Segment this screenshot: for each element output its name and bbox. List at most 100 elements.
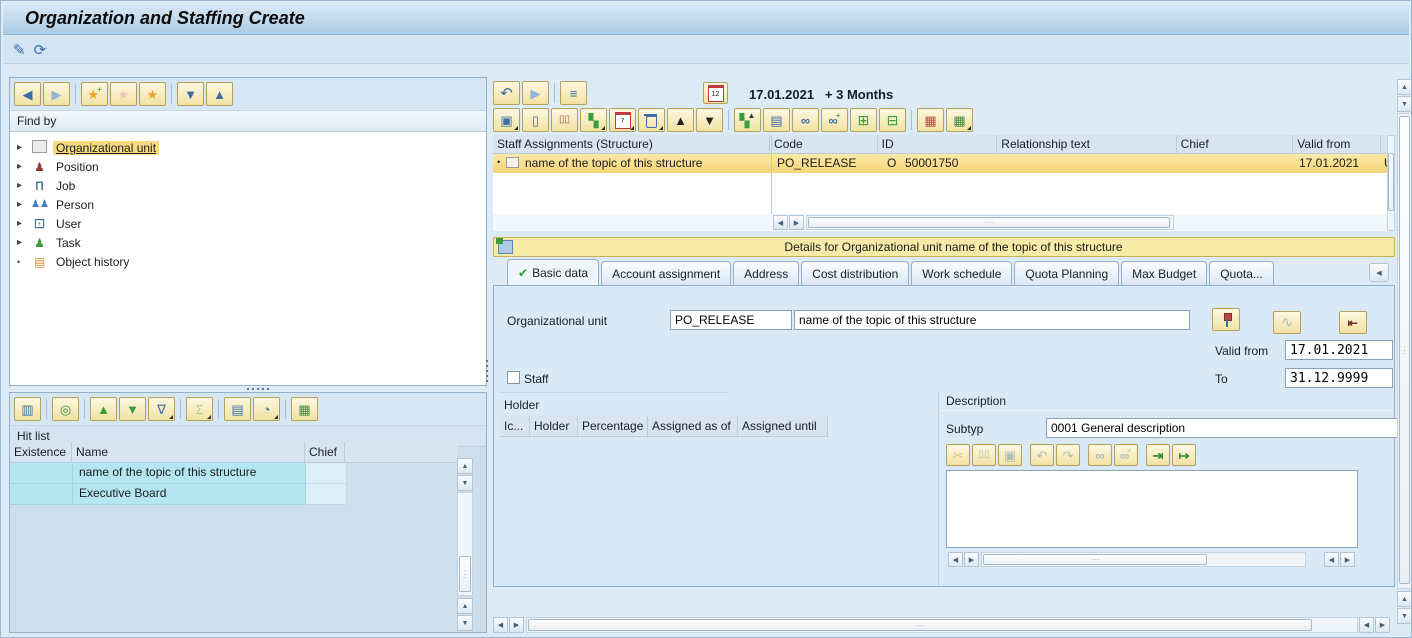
org-unit-code-input[interactable] bbox=[670, 310, 792, 330]
tab-quota-truncated[interactable]: Quota... bbox=[1209, 261, 1274, 285]
assign-button[interactable]: ▚ bbox=[580, 108, 607, 132]
tab-address[interactable]: Address bbox=[733, 261, 800, 285]
tree-item-position[interactable]: ▸ ♟ Position bbox=[10, 157, 486, 176]
print-structure-button[interactable]: ▤ bbox=[763, 108, 790, 132]
expand-all-button[interactable]: ▼ bbox=[177, 82, 204, 106]
scroll-up-button[interactable]: ▲ bbox=[457, 598, 473, 614]
scroll-right-button[interactable]: ▶ bbox=[964, 552, 979, 567]
undo-button[interactable]: ↶ bbox=[493, 81, 520, 105]
tab-max-budget[interactable]: Max Budget bbox=[1121, 261, 1208, 285]
tree-item-person[interactable]: ▸ ♟♟ Person bbox=[10, 195, 486, 214]
vertical-splitter[interactable] bbox=[483, 331, 491, 391]
export-spreadsheet-button[interactable]: ▦ bbox=[291, 397, 318, 421]
valid-from-input[interactable] bbox=[1285, 340, 1393, 360]
chart-view-button[interactable]: ∿ bbox=[1273, 310, 1302, 334]
sort-descending-button[interactable]: ▼ bbox=[119, 397, 146, 421]
redo-button[interactable]: ▶ bbox=[522, 81, 549, 105]
column-header-existence[interactable]: Existence bbox=[10, 442, 72, 463]
export-text-button[interactable]: ↦ bbox=[1172, 444, 1196, 466]
forward-button[interactable]: ▶ bbox=[43, 82, 70, 106]
undo-text-button[interactable]: ↶ bbox=[1030, 444, 1054, 466]
copy-structure-button[interactable]: ▣ bbox=[493, 108, 520, 132]
tab-basic-data[interactable]: ✔ Basic data bbox=[507, 259, 600, 285]
tree-item-user[interactable]: ▸ ⊡ User bbox=[10, 214, 486, 233]
column-header-relationship[interactable]: Relationship text bbox=[997, 135, 1177, 154]
expander-icon[interactable]: ▸ bbox=[17, 142, 26, 153]
scroll-left-button[interactable]: ◀ bbox=[493, 617, 508, 633]
tree-item-object-history[interactable]: • ▤ Object history bbox=[10, 252, 486, 271]
back-button[interactable]: ◀ bbox=[14, 82, 41, 106]
collapse-node-button[interactable]: ⊟ bbox=[879, 108, 906, 132]
display-change-icon[interactable]: ✎ bbox=[13, 41, 26, 59]
first-record-button[interactable]: ⇤ bbox=[1338, 311, 1367, 334]
view-key-button[interactable]: ▦ bbox=[917, 108, 944, 132]
column-header-assigned-as-of[interactable]: Assigned as of bbox=[648, 416, 738, 437]
sort-ascending-button[interactable]: ▲ bbox=[90, 397, 117, 421]
move-up-button[interactable]: ▲ bbox=[667, 108, 694, 132]
find-button[interactable]: ∞ bbox=[792, 108, 819, 132]
table-row[interactable]: Executive Board bbox=[10, 484, 457, 505]
column-header-code[interactable]: Code bbox=[770, 135, 878, 154]
expander-icon[interactable]: ▸ bbox=[17, 218, 26, 229]
scroll-left-button[interactable]: ◀ bbox=[1359, 617, 1374, 633]
staff-table-row-selected[interactable]: • name of the topic of this structure PO… bbox=[493, 154, 1389, 173]
staff-checkbox[interactable] bbox=[507, 371, 520, 384]
redo-text-button[interactable]: ↷ bbox=[1056, 444, 1080, 466]
column-header-assigned-until[interactable]: Assigned until bbox=[738, 416, 828, 437]
scrollbar-thumb[interactable] bbox=[1388, 153, 1394, 211]
expander-icon[interactable]: ▸ bbox=[17, 237, 26, 248]
layout-button[interactable]: ▥ bbox=[14, 397, 41, 421]
tab-scroll-left-button[interactable]: ◀ bbox=[1369, 263, 1389, 282]
delimit-button[interactable]: 7 bbox=[609, 108, 636, 132]
scroll-left-button[interactable]: ◀ bbox=[773, 215, 788, 230]
tab-cost-distribution[interactable]: Cost distribution bbox=[801, 261, 910, 285]
scrollbar-thumb[interactable]: ⋮ bbox=[459, 556, 471, 592]
column-header-valid-from[interactable]: Valid from bbox=[1293, 135, 1381, 154]
scroll-down-button[interactable]: ▼ bbox=[1397, 96, 1411, 112]
expand-node-button[interactable]: ⊞ bbox=[850, 108, 877, 132]
valid-to-input[interactable] bbox=[1285, 368, 1393, 388]
column-header-chief[interactable]: Chief bbox=[1176, 135, 1294, 154]
column-header-chief[interactable]: Chief bbox=[305, 442, 345, 463]
find-text-button[interactable]: ∞ bbox=[1088, 444, 1112, 466]
favorite-button[interactable]: ★ bbox=[110, 82, 137, 106]
scroll-left-button[interactable]: ◀ bbox=[1324, 552, 1339, 567]
org-assignment-button[interactable] bbox=[1212, 308, 1240, 331]
expander-icon[interactable]: ▸ bbox=[17, 161, 26, 172]
add-favorite-button[interactable]: ★ + bbox=[81, 82, 108, 106]
scroll-right-button[interactable]: ▶ bbox=[1340, 552, 1355, 567]
legend-button[interactable]: ≡ bbox=[560, 81, 587, 105]
table-row[interactable]: name of the topic of this structure bbox=[10, 463, 457, 484]
org-unit-name-input[interactable] bbox=[794, 310, 1190, 330]
chart-button[interactable]: ◔ bbox=[253, 397, 280, 421]
copy-text-button[interactable]: ▯▯ bbox=[972, 444, 996, 466]
column-configuration-button[interactable]: ▦ bbox=[946, 108, 973, 132]
move-down-button[interactable]: ▼ bbox=[696, 108, 723, 132]
expander-icon[interactable]: ▸ bbox=[17, 180, 26, 191]
column-header-id[interactable]: ID bbox=[877, 135, 998, 154]
sum-button[interactable]: Σ bbox=[186, 397, 213, 421]
tab-quota-planning[interactable]: Quota Planning bbox=[1014, 261, 1120, 285]
view-selector-icon[interactable] bbox=[496, 238, 513, 254]
column-header-percentage[interactable]: Percentage bbox=[578, 416, 648, 437]
description-textarea[interactable] bbox=[946, 470, 1358, 548]
column-header-icon[interactable]: Ic... bbox=[500, 416, 530, 437]
scroll-right-button[interactable]: ▶ bbox=[509, 617, 524, 633]
org-unit-checkbox[interactable] bbox=[506, 157, 519, 168]
scrollbar-thumb[interactable]: ⋯ bbox=[983, 554, 1207, 565]
scroll-up-button[interactable]: ▲ bbox=[457, 458, 473, 474]
paste-button[interactable]: ▣ bbox=[998, 444, 1022, 466]
scroll-down-button[interactable]: ▼ bbox=[457, 475, 473, 491]
filter-button[interactable]: ∇ bbox=[148, 397, 175, 421]
delete-button[interactable] bbox=[638, 108, 665, 132]
create-button[interactable]: ▯ bbox=[522, 108, 549, 132]
scrollbar-thumb[interactable]: ⋮ bbox=[1399, 116, 1410, 584]
cut-button[interactable]: ✂ bbox=[946, 444, 970, 466]
tree-item-job[interactable]: ▸ Π Job bbox=[10, 176, 486, 195]
find-next-text-button[interactable]: ∞ + bbox=[1114, 444, 1138, 466]
scroll-right-button[interactable]: ▶ bbox=[1375, 617, 1390, 633]
print-button[interactable]: ▤ bbox=[224, 397, 251, 421]
column-header-structure[interactable]: Staff Assignments (Structure) bbox=[493, 135, 771, 154]
scrollbar-thumb[interactable]: ⋯ bbox=[528, 619, 1312, 631]
scroll-right-button[interactable]: ▶ bbox=[789, 215, 804, 230]
